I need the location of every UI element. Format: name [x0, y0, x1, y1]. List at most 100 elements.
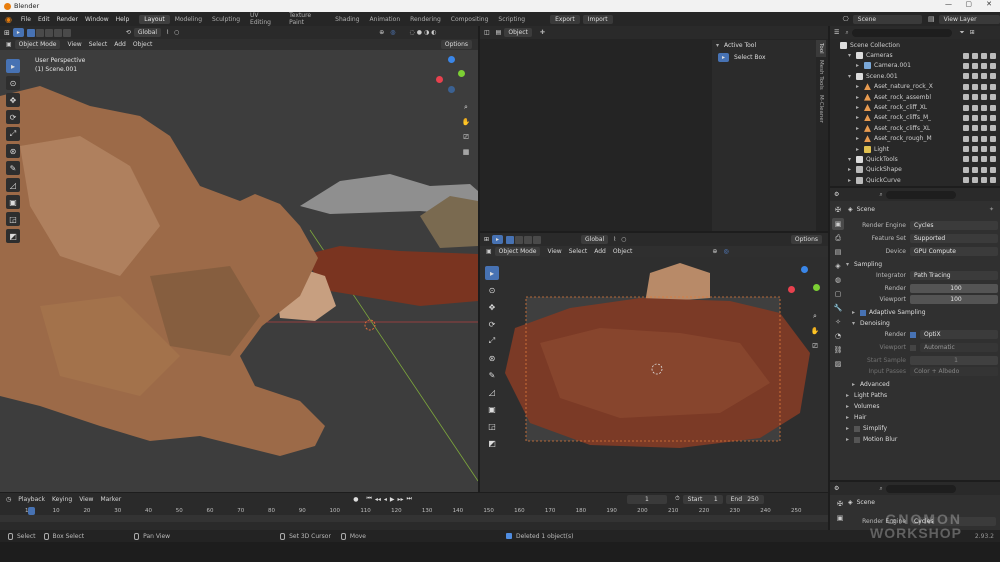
properties-search-input[interactable]	[885, 190, 956, 199]
minimize-icon[interactable]: —	[945, 0, 952, 8]
checkbox-icon[interactable]	[963, 177, 969, 184]
eye-icon[interactable]	[972, 125, 978, 132]
viewport-icon[interactable]	[981, 83, 987, 90]
tool-tab-icon-2[interactable]: ✠	[834, 498, 846, 510]
ortho-grid-icon[interactable]: ▦	[461, 147, 471, 157]
expand-chevron-icon[interactable]: ▸	[856, 146, 864, 153]
tab-tool[interactable]: Tool	[816, 40, 826, 57]
gizmo-y-icon-2[interactable]	[813, 284, 820, 291]
pin-icon[interactable]: ✚	[540, 29, 545, 36]
denoising-header[interactable]: ▾ Denoising	[846, 318, 998, 329]
timeline-menu-keying[interactable]: Keying	[52, 496, 72, 503]
volumes-header[interactable]: ▸ Volumes	[846, 401, 998, 412]
simplify-checkbox[interactable]	[854, 425, 860, 432]
eye-icon[interactable]	[972, 83, 978, 90]
timeline-menu-view[interactable]: View	[79, 496, 93, 503]
timeline-track[interactable]	[0, 515, 828, 522]
gizmo-x-icon-2[interactable]	[788, 286, 795, 293]
tab-sculpting[interactable]: Sculpting	[207, 15, 245, 24]
tab-uv-editing[interactable]: UV Editing	[245, 11, 284, 27]
eye-icon[interactable]	[972, 156, 978, 163]
checkbox-icon[interactable]	[963, 83, 969, 90]
checkbox-icon[interactable]	[963, 135, 969, 142]
viewport-icon[interactable]	[981, 177, 987, 184]
menu-help[interactable]: Help	[116, 16, 130, 23]
outliner-item[interactable]: ▾ Cameras	[830, 50, 1000, 60]
next-key-icon[interactable]: ▸▸	[398, 496, 404, 503]
active-tool-row[interactable]: ▸ Select Box	[712, 51, 816, 63]
transform-tool-icon-2[interactable]: ⊛	[485, 351, 499, 365]
camera-view-icon[interactable]: ⎚	[461, 132, 471, 142]
quickshape-icon-2[interactable]: ◩	[485, 436, 499, 450]
render-icon[interactable]	[990, 104, 996, 111]
render-samples-field[interactable]: 100	[910, 284, 998, 293]
render-icon[interactable]	[990, 156, 996, 163]
properties-type-icon-2[interactable]: ⚙	[834, 485, 839, 492]
eye-icon[interactable]	[972, 94, 978, 101]
new-collection-icon[interactable]: ⊞	[970, 29, 975, 36]
camera-viewport[interactable]: ⊞ ▸ Global ⌇ ○ Options ▣ Object Mode Vie…	[480, 233, 828, 492]
eye-icon[interactable]	[972, 177, 978, 184]
record-icon[interactable]: ●	[353, 496, 358, 503]
view-layer-selector[interactable]: View Layer	[938, 14, 1000, 24]
expand-chevron-icon[interactable]: ▸	[856, 114, 864, 121]
expand-chevron-icon[interactable]: ▸	[848, 166, 856, 173]
tab-scripting[interactable]: Scripting	[493, 15, 530, 24]
render-icon[interactable]	[990, 125, 996, 132]
quicktools-icon[interactable]: ◲	[6, 212, 20, 226]
play-reverse-icon[interactable]: ◂	[384, 496, 387, 503]
checkbox-icon[interactable]	[963, 156, 969, 163]
tab-rendering[interactable]: Rendering	[405, 15, 446, 24]
image-editor[interactable]: ◫ ▤ Object ✚ ▾ Active Tool ▸ Select Box T…	[480, 26, 828, 231]
integrator-select[interactable]: Path Tracing	[910, 271, 998, 280]
editor-type-icon-2[interactable]: ◫	[484, 29, 490, 36]
object-tab-icon[interactable]: ▢	[832, 288, 844, 300]
jump-end-icon[interactable]: ⏭	[407, 495, 412, 503]
device-select[interactable]: GPU Compute	[910, 247, 998, 256]
checkbox-icon[interactable]	[963, 104, 969, 111]
viewport-samples-field[interactable]: 100	[910, 295, 998, 304]
hair-header[interactable]: ▸ Hair	[846, 412, 998, 423]
outliner-item[interactable]: ▾ QuickTools	[830, 154, 1000, 164]
annotate-tool-icon-2[interactable]: ✎	[485, 368, 499, 382]
sampling-panel-header[interactable]: ▾ Sampling	[846, 259, 998, 270]
annotate-tool-icon[interactable]: ✎	[6, 161, 20, 175]
measure-tool-icon-2[interactable]: ◿	[485, 385, 499, 399]
checkbox-icon[interactable]	[963, 94, 969, 101]
viewport-icon[interactable]	[981, 52, 987, 59]
checkbox-icon[interactable]	[963, 125, 969, 132]
pin-icon-2[interactable]: ✦	[989, 206, 994, 213]
eye-icon[interactable]	[972, 135, 978, 142]
outliner-item[interactable]: ▸ QuickShape	[830, 165, 1000, 175]
preview-range-icon[interactable]: ⏱	[675, 495, 680, 503]
tab-m-cleaner[interactable]: M-Cleaner	[816, 92, 826, 126]
expand-chevron-icon[interactable]: ▸	[856, 94, 864, 101]
close-icon[interactable]: ✕	[986, 0, 992, 8]
quicktools-icon-2[interactable]: ◲	[485, 419, 499, 433]
modifier-tab-icon[interactable]: 🔧	[832, 302, 844, 314]
select-tool-icon[interactable]: ▸	[6, 59, 20, 73]
gizmo-z-icon-2[interactable]	[801, 266, 808, 273]
scale-tool-icon[interactable]: ⤢	[6, 127, 20, 141]
pan-hand-icon[interactable]: ✋	[461, 117, 471, 127]
transform-tool-icon[interactable]: ⊛	[6, 144, 20, 158]
viewport-icon[interactable]	[981, 125, 987, 132]
denoise-render-checkbox[interactable]	[910, 331, 916, 338]
outliner-item[interactable]: ▸ Aset_nature_rock_X	[830, 82, 1000, 92]
input-passes-select[interactable]: Color + Albedo	[910, 367, 998, 376]
tab-layout[interactable]: Layout	[139, 14, 170, 24]
playhead[interactable]	[28, 507, 35, 515]
cursor-tool-icon[interactable]: ⊙	[6, 76, 20, 90]
eye-icon[interactable]	[972, 114, 978, 121]
viewport-icon[interactable]	[981, 146, 987, 153]
import-button[interactable]: Import	[582, 14, 613, 24]
eye-icon[interactable]	[972, 146, 978, 153]
adaptive-sampling-header[interactable]: ▸ Adaptive Sampling	[846, 307, 998, 318]
quickshape-icon[interactable]: ◩	[6, 229, 20, 243]
eye-icon[interactable]	[972, 52, 978, 59]
add-cube-tool-icon[interactable]: ▣	[6, 195, 20, 209]
motion-blur-header[interactable]: ▸ Motion Blur	[846, 434, 998, 445]
render-icon[interactable]	[990, 94, 996, 101]
denoise-render-select[interactable]: OptiX	[920, 330, 998, 339]
outliner-item[interactable]: ▸ Aset_rock_assembl	[830, 92, 1000, 102]
